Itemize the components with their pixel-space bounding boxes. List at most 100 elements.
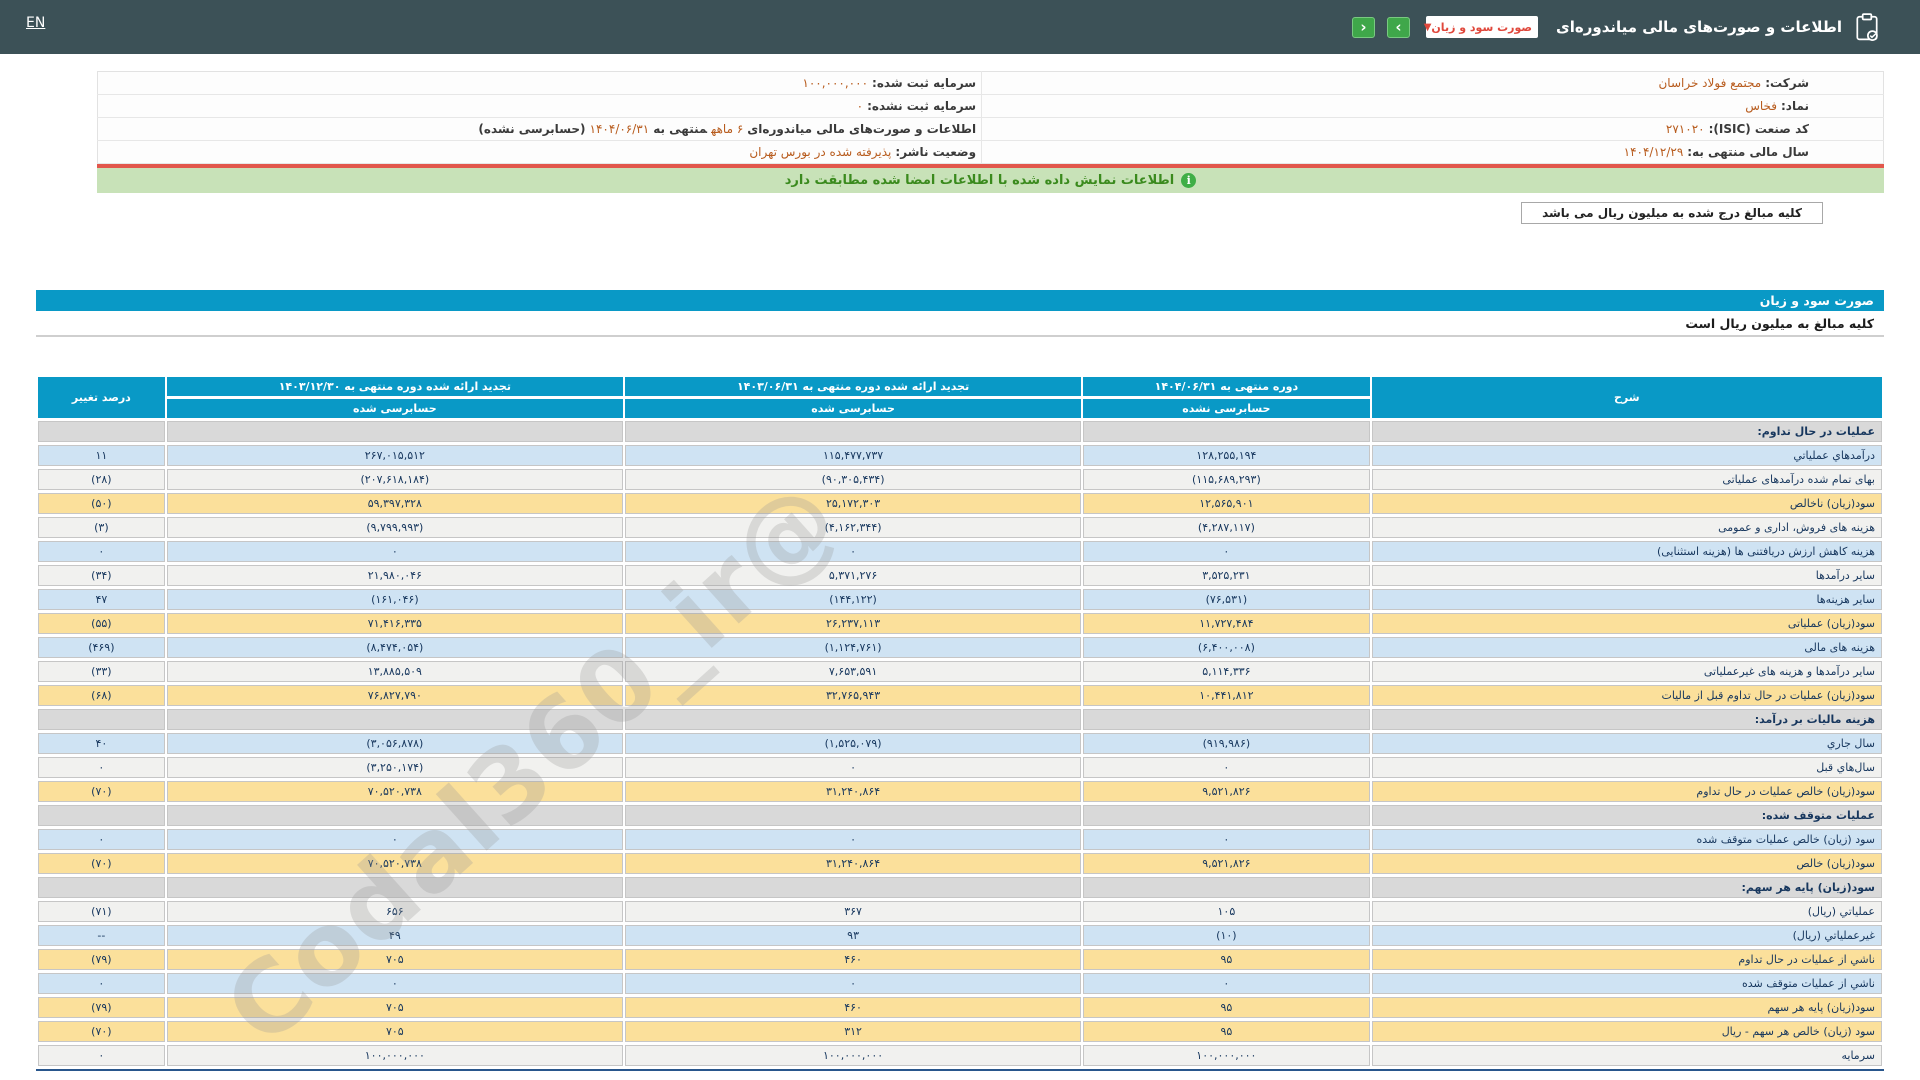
info-value: ۰ (857, 99, 863, 113)
cell-value: (۱۶۱,۰۴۶) (167, 589, 623, 610)
cell-value: ۳۱,۲۴۰,۸۶۴ (625, 781, 1081, 802)
income-statement-table: شرح دوره منتهی به ۱۴۰۴/۰۶/۳۱ تجدید ارائه… (36, 374, 1884, 1069)
table-row: ناشي از عملیات در حال تداوم۹۵۴۶۰۷۰۵(۷۹) (38, 949, 1882, 970)
cell-value: ۴۰ (38, 733, 165, 754)
cell-value: ۱۲,۵۶۵,۹۰۱ (1083, 493, 1369, 514)
chevron-left-icon: ‹ (1360, 18, 1366, 36)
info-cell-right: نماد:فخاس (982, 95, 1884, 118)
section-row: هزینه مالیات بر درآمد: (38, 709, 1882, 730)
cell-value: (۷۰) (38, 853, 165, 874)
cell-description: هزینه های فروش، اداری و عمومی (1372, 517, 1882, 538)
clipboard-report-icon (1854, 13, 1880, 41)
subheader-unaudited: حسابرسی نشده (1083, 399, 1369, 418)
info-cell-right: کد صنعت (ISIC):۲۷۱۰۲۰ (982, 118, 1884, 141)
cell-value: (۷۰) (38, 781, 165, 802)
table-row: سایر هزینه‌ها(۷۶,۵۳۱)(۱۴۴,۱۲۲)(۱۶۱,۰۴۶)۴… (38, 589, 1882, 610)
info-value: ۱۰۰,۰۰۰,۰۰۰ (802, 76, 868, 90)
cell-value: ۶۵۶ (167, 901, 623, 922)
cell-value (38, 877, 165, 898)
cell-value: ۰ (38, 1045, 165, 1066)
previous-statement-button[interactable]: ‹ (1352, 17, 1375, 38)
chevron-down-icon: ▼ (1424, 22, 1432, 33)
table-row: سود(زیان) عملیات در حال تداوم قبل از مال… (38, 685, 1882, 706)
cell-value: ۰ (38, 973, 165, 994)
cell-value: ۰ (625, 757, 1081, 778)
cell-value: (۷۱) (38, 901, 165, 922)
table-row: هزینه های مالی(۶,۴۰۰,۰۰۸)(۱,۱۲۴,۷۶۱)(۸,۴… (38, 637, 1882, 658)
cell-value: ۳۱,۲۴۰,۸۶۴ (625, 853, 1081, 874)
cell-value: ۷۰۵ (167, 997, 623, 1018)
info-label: (حسابرسی نشده) (478, 122, 585, 136)
cell-value (1083, 709, 1369, 730)
cell-value (625, 877, 1081, 898)
info-cell-right: شرکت:مجتمع فولاد خراسان (982, 72, 1884, 95)
info-value: ۲۷۱۰۲۰ (1666, 122, 1705, 136)
cell-value: (۳,۰۵۶,۸۷۸) (167, 733, 623, 754)
info-row: سال مالی منتهی به:۱۴۰۴/۱۲/۲۹وضعیت ناشر:پ… (98, 141, 1884, 164)
cell-value (1083, 421, 1369, 442)
section-row: سود(زیان) پایه هر سهم: (38, 877, 1882, 898)
statement-type-dropdown[interactable]: صورت سود و زیان ▼ (1426, 16, 1538, 38)
cell-value: (۳) (38, 517, 165, 538)
info-icon: i (1181, 173, 1196, 188)
cell-value: ۰ (1083, 541, 1369, 562)
next-statement-button[interactable]: › (1387, 17, 1410, 38)
cell-description: ناشي از عملیات در حال تداوم (1372, 949, 1882, 970)
info-label: نماد: (1781, 99, 1809, 113)
amount-unit-box: کلیه مبالغ درج شده به میلیون ریال می باش… (1521, 202, 1823, 224)
info-value: مجتمع فولاد خراسان (1658, 76, 1761, 90)
cell-description: سود(زیان) خالص عملیات در حال تداوم (1372, 781, 1882, 802)
cell-value (167, 805, 623, 826)
cell-value: ۰ (38, 829, 165, 850)
cell-value: (۸,۴۷۴,۰۵۴) (167, 637, 623, 658)
cell-value: ۱۲۸,۲۵۵,۱۹۴ (1083, 445, 1369, 466)
cell-value: (۷۹) (38, 997, 165, 1018)
statement-title-bar: صورت سود و زیان (36, 290, 1884, 311)
top-navigation-bar: EN اطلاعات و صورت‌های مالی میاندوره‌ای ص… (0, 0, 1920, 54)
cell-description: سال‌هاي قبل (1372, 757, 1882, 778)
cell-value: ۷۰,۵۲۰,۷۳۸ (167, 853, 623, 874)
cell-value: (۶۸) (38, 685, 165, 706)
language-toggle-en[interactable]: EN (26, 15, 45, 31)
cell-description: سود(زیان) پایه هر سهم: (1372, 877, 1882, 898)
income-statement-section: صورت سود و زیان کلیه مبالغ به میلیون ریا… (36, 290, 1884, 1071)
cell-value: ۰ (625, 541, 1081, 562)
info-label: سرمایه ثبت نشده: (867, 99, 976, 113)
table-row: بهای تمام شده درآمدهای عملیاتی(۱۱۵,۶۸۹,۲… (38, 469, 1882, 490)
cell-value: ۱۰,۴۴۱,۸۱۲ (1083, 685, 1369, 706)
info-row: شرکت:مجتمع فولاد خراسانسرمایه ثبت شده:۱۰… (98, 72, 1884, 95)
signature-notice-text: اطلاعات نمایش داده شده با اطلاعات امضا ش… (785, 173, 1175, 188)
info-row: کد صنعت (ISIC):۲۷۱۰۲۰اطلاعات و صورت‌های … (98, 118, 1884, 141)
cell-description: درآمدهاي عملياتي (1372, 445, 1882, 466)
cell-value: ۰ (1083, 757, 1369, 778)
header-description: شرح (1372, 377, 1882, 418)
table-row: هزینه کاهش ارزش دریافتنی ها (هزینه استثن… (38, 541, 1882, 562)
table-row: سایر درآمدها۳,۵۲۵,۲۳۱۵,۳۷۱,۲۷۶۲۱,۹۸۰,۰۴۶… (38, 565, 1882, 586)
cell-value: ۷۰۵ (167, 949, 623, 970)
cell-value: ۲۵,۱۷۲,۳۰۳ (625, 493, 1081, 514)
cell-value: (۴,۲۸۷,۱۱۷) (1083, 517, 1369, 538)
cell-value (625, 709, 1081, 730)
cell-value (167, 877, 623, 898)
cell-value: ۹۳ (625, 925, 1081, 946)
header-restated-6m: تجدید ارائه شده دوره منتهی به ۱۴۰۳/۰۶/۳۱ (625, 377, 1081, 396)
table-row: سرمایه۱۰۰,۰۰۰,۰۰۰۱۰۰,۰۰۰,۰۰۰۱۰۰,۰۰۰,۰۰۰۰ (38, 1045, 1882, 1066)
info-label: وضعیت ناشر: (895, 145, 976, 159)
cell-value (1083, 877, 1369, 898)
table-header: شرح دوره منتهی به ۱۴۰۴/۰۶/۳۱ تجدید ارائه… (38, 377, 1882, 418)
cell-value: (۱۴۴,۱۲۲) (625, 589, 1081, 610)
cell-value: ۲۶۷,۰۱۵,۵۱۲ (167, 445, 623, 466)
cell-value: (۹,۷۹۹,۹۹۳) (167, 517, 623, 538)
table-row: سود(زیان) عملیاتی۱۱,۷۲۷,۴۸۴۲۶,۲۳۷,۱۱۳۷۱,… (38, 613, 1882, 634)
cell-value: ۱۳,۸۸۵,۵۰۹ (167, 661, 623, 682)
cell-value (38, 421, 165, 442)
cell-value: ۳۶۷ (625, 901, 1081, 922)
page-title: اطلاعات و صورت‌های مالی میاندوره‌ای (1556, 18, 1842, 36)
cell-value: ۰ (167, 973, 623, 994)
table-row: سایر درآمدها و هزینه های غیرعملیاتی۵,۱۱۴… (38, 661, 1882, 682)
cell-value: ۹,۵۲۱,۸۲۶ (1083, 781, 1369, 802)
cell-value: ۱۰۰,۰۰۰,۰۰۰ (167, 1045, 623, 1066)
cell-value: (۷۶,۵۳۱) (1083, 589, 1369, 610)
cell-description: هزینه های مالی (1372, 637, 1882, 658)
dropdown-selected-value: صورت سود و زیان (1431, 21, 1532, 34)
